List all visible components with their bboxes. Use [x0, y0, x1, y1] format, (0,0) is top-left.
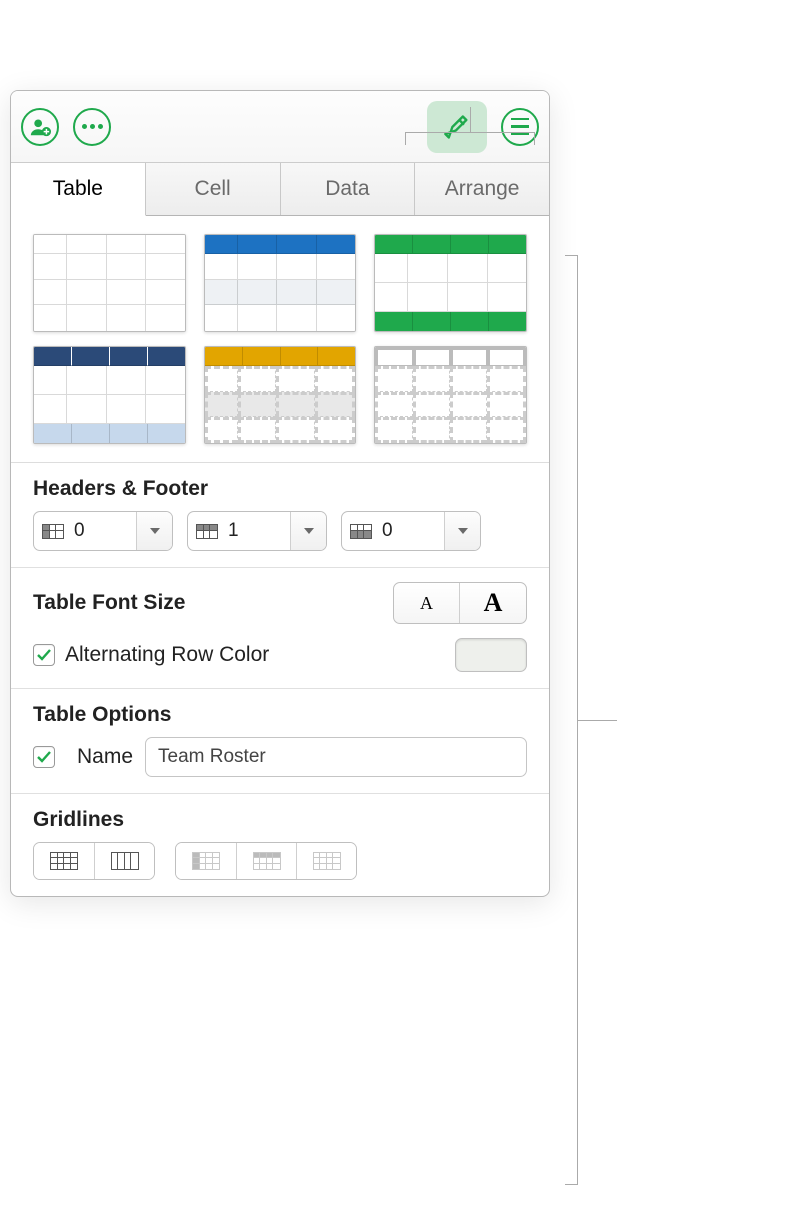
chevron-down-icon — [458, 528, 468, 534]
chevron-down-icon — [150, 528, 160, 534]
font-size-increase-button[interactable]: A — [460, 583, 526, 623]
header-rows-stepper[interactable]: 1 — [187, 511, 327, 551]
footer-rows-icon — [350, 524, 372, 539]
font-size-decrease-button[interactable]: A — [394, 583, 460, 623]
checkmark-icon — [36, 749, 52, 765]
header-rows-value: 1 — [226, 520, 290, 542]
table-options-section: Table Options Name — [11, 689, 549, 794]
header-columns-stepper[interactable]: 0 — [33, 511, 173, 551]
header-columns-value: 0 — [72, 520, 136, 542]
tab-table[interactable]: Table — [11, 163, 146, 216]
font-section: Table Font Size A A Alternating Row Colo… — [11, 568, 549, 689]
gridlines-footer-icon — [313, 852, 341, 870]
gridlines-header-row-button[interactable] — [236, 843, 296, 879]
collaborate-button[interactable] — [21, 108, 59, 146]
callout-bracket-side — [577, 255, 578, 1185]
alternating-row-label: Alternating Row Color — [65, 643, 455, 667]
table-name-input[interactable] — [145, 737, 527, 777]
gridlines-header-col-icon — [192, 852, 220, 870]
gridlines-section: Gridlines — [11, 794, 549, 896]
table-style-4[interactable] — [33, 346, 186, 444]
gridlines-horizontal-icon — [50, 852, 78, 870]
gridlines-horizontal-button[interactable] — [34, 843, 94, 879]
table-style-3[interactable] — [374, 234, 527, 332]
header-rows-dropdown[interactable] — [290, 512, 326, 550]
gridlines-body-group — [33, 842, 155, 880]
checkmark-icon — [36, 647, 52, 663]
inspector-tabs: Table Cell Data Arrange — [11, 163, 549, 216]
toolbar — [11, 91, 549, 163]
table-style-6[interactable] — [374, 346, 527, 444]
table-style-5[interactable] — [204, 346, 357, 444]
add-user-icon — [29, 116, 51, 138]
table-name-label: Name — [77, 745, 133, 769]
gridlines-vertical-icon — [111, 852, 139, 870]
tab-arrange[interactable]: Arrange — [415, 163, 549, 215]
tab-data[interactable]: Data — [281, 163, 416, 215]
gridlines-title: Gridlines — [33, 808, 527, 832]
footer-rows-stepper[interactable]: 0 — [341, 511, 481, 551]
header-columns-icon — [42, 524, 64, 539]
footer-rows-value: 0 — [380, 520, 444, 542]
gridlines-vertical-button[interactable] — [94, 843, 154, 879]
format-brush-icon — [443, 113, 471, 141]
font-size-title: Table Font Size — [33, 591, 393, 615]
headers-footer-title: Headers & Footer — [33, 477, 527, 501]
alternating-row-checkbox[interactable] — [33, 644, 55, 666]
more-options-button[interactable] — [73, 108, 111, 146]
inspector-window: Table Cell Data Arrange — [10, 90, 550, 897]
table-style-2[interactable] — [204, 234, 357, 332]
gridlines-header-group — [175, 842, 357, 880]
table-styles-grid — [11, 216, 549, 463]
callout-bracket-top — [405, 132, 535, 133]
header-rows-icon — [196, 524, 218, 539]
gridlines-header-col-button[interactable] — [176, 843, 236, 879]
format-button[interactable] — [427, 101, 487, 153]
table-options-title: Table Options — [33, 703, 527, 727]
headers-footer-section: Headers & Footer 0 1 0 — [11, 463, 549, 568]
table-name-checkbox[interactable] — [33, 746, 55, 768]
more-options-icon — [82, 124, 103, 129]
footer-rows-dropdown[interactable] — [444, 512, 480, 550]
gridlines-footer-button[interactable] — [296, 843, 356, 879]
table-style-1[interactable] — [33, 234, 186, 332]
chevron-down-icon — [304, 528, 314, 534]
header-columns-dropdown[interactable] — [136, 512, 172, 550]
font-size-segmented: A A — [393, 582, 527, 624]
tab-cell[interactable]: Cell — [146, 163, 281, 215]
alternating-row-color-well[interactable] — [455, 638, 527, 672]
gridlines-header-row-icon — [253, 852, 281, 870]
